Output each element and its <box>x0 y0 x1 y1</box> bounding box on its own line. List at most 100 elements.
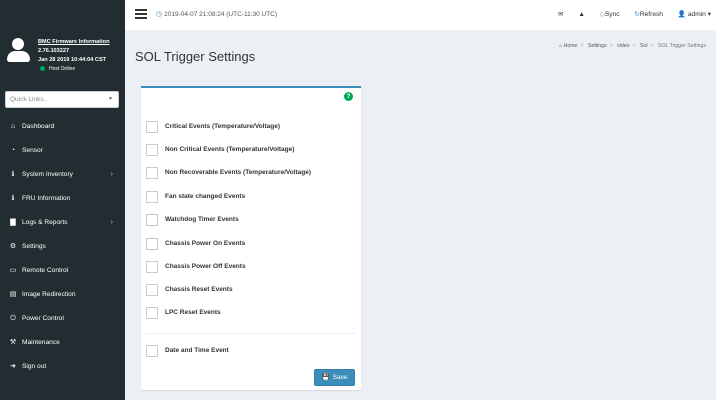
event-checkbox[interactable] <box>146 261 158 273</box>
divider <box>146 333 356 334</box>
user-panel: BMC Firmware Information 2.76.103227 Jan… <box>0 0 125 80</box>
sidebar-item-system-inventory[interactable]: ℹ System Inventory › <box>0 163 125 187</box>
breadcrumb-settings[interactable]: Settings <box>588 43 607 49</box>
event-row: Chassis Power On Events <box>146 238 356 251</box>
event-row: Non Recoverable Events (Temperature/Volt… <box>146 167 356 180</box>
info-icon: ℹ <box>11 195 15 202</box>
breadcrumb: ⌂ Home > Settings > video > Sol > SOL Trigge… <box>559 43 706 49</box>
warning-icon[interactable]: ▲ <box>578 0 585 30</box>
event-label: Non Recoverable Events (Temperature/Volt… <box>165 169 312 176</box>
event-row: Chassis Power Off Events <box>146 261 356 274</box>
topbar-actions: ✉ ▲ ◇Sync ↻Refresh 👤 admin ▾ <box>545 0 711 30</box>
event-label: Fan state changed Events <box>165 193 246 200</box>
bmc-firmware-link[interactable]: BMC Firmware Information <box>38 38 109 47</box>
quick-links-placeholder: Quick Links.. <box>10 96 48 103</box>
chevron-right-icon: › <box>110 219 113 226</box>
event-label: Chassis Reset Events <box>165 286 233 293</box>
event-row: LPC Reset Events <box>146 307 356 320</box>
event-row: Critical Events (Temperature/Voltage) <box>146 121 356 134</box>
event-checkbox[interactable] <box>146 121 158 133</box>
sign-out-icon: ➜ <box>10 363 16 370</box>
breadcrumb-video[interactable]: video <box>617 43 629 49</box>
user-menu[interactable]: 👤 admin ▾ <box>678 0 711 30</box>
firmware-build-date: Jan 28 2019 10:44:04 CST <box>38 57 107 63</box>
home-icon: ⌂ <box>559 43 563 49</box>
sidebar-item-label: Sign out <box>22 363 47 370</box>
envelope-icon[interactable]: ✉ <box>558 0 564 30</box>
refresh-label: Refresh <box>639 11 663 18</box>
power-icon: ⏻ <box>10 315 16 322</box>
monitor-icon: ▭ <box>9 267 17 274</box>
sidebar-item-label: Settings <box>22 243 46 250</box>
sidebar-item-power-control[interactable]: ⏻ Power Control <box>0 307 125 331</box>
sidebar-item-settings[interactable]: ⚙ Settings <box>0 235 125 259</box>
menu-toggle-icon[interactable] <box>135 9 147 19</box>
sidebar-item-label: Power Control <box>22 315 64 322</box>
event-checkbox[interactable] <box>146 144 158 156</box>
server-datetime: ◷ 2019-04-07 21:08:24 (UTC-11:30 UTC) <box>156 0 277 30</box>
save-label: Save <box>332 374 348 381</box>
event-label: Non Critical Events (Temperature/Voltage… <box>165 146 295 153</box>
gear-icon: ⚙ <box>9 243 17 250</box>
sol-trigger-form: ? Date and Time Event 💾 Save Critical Eve… <box>141 86 361 390</box>
event-checkbox[interactable] <box>146 167 158 179</box>
event-checkbox[interactable] <box>146 214 158 226</box>
drive-icon: ▤ <box>9 291 17 298</box>
event-row: Fan state changed Events <box>146 191 356 204</box>
sidebar-item-label: Maintenance <box>22 339 60 346</box>
breadcrumb-home[interactable]: Home <box>564 43 578 49</box>
wrench-icon: ⚒ <box>9 339 17 346</box>
sidebar-item-sensor[interactable]: ◔ Sensor <box>0 139 125 163</box>
sidebar-item-dashboard[interactable]: ⌂ Dashboard <box>0 115 125 139</box>
sidebar-item-label: Image Redirection <box>22 291 76 298</box>
user-info: BMC Firmware Information 2.76.103227 Jan… <box>38 38 109 74</box>
sidebar-item-logs-reports[interactable]: ▇ Logs & Reports › <box>0 211 125 235</box>
sidebar-item-sign-out[interactable]: ➜ Sign out <box>0 355 125 379</box>
event-checkbox[interactable] <box>146 191 158 203</box>
event-label: LPC Reset Events <box>165 309 221 316</box>
date-time-event-row: Date and Time Event <box>146 345 356 358</box>
breadcrumb-sol[interactable]: Sol <box>640 43 648 49</box>
host-status: Host Online <box>38 65 109 74</box>
sync-label: Sync <box>604 11 620 18</box>
datetime-text: 2019-04-07 21:08:24 (UTC-11:30 UTC) <box>164 11 278 18</box>
sidebar-item-image-redirection[interactable]: ▤ Image Redirection <box>0 283 125 307</box>
event-checkbox[interactable] <box>146 284 158 296</box>
help-icon[interactable]: ? <box>344 92 353 101</box>
top-navbar: ◷ 2019-04-07 21:08:24 (UTC-11:30 UTC) ✉ ▲… <box>125 0 716 30</box>
date-time-event-label: Date and Time Event <box>165 347 229 354</box>
chevron-right-icon: › <box>110 171 113 178</box>
event-row: Watchdog Timer Events <box>146 214 356 227</box>
save-icon: 💾 <box>321 374 330 381</box>
event-label: Chassis Power Off Events <box>165 263 246 270</box>
sidebar-item-remote-control[interactable]: ▭ Remote Control <box>0 259 125 283</box>
info-icon: ℹ <box>11 171 15 178</box>
clock-icon: ◷ <box>156 11 163 18</box>
online-dot-icon <box>40 66 45 72</box>
event-row: Non Critical Events (Temperature/Voltage… <box>146 144 356 157</box>
caret-down-icon: ▾ <box>707 11 711 18</box>
date-time-event-checkbox[interactable] <box>146 345 158 357</box>
quick-links-select[interactable]: Quick Links.. ▼ <box>5 91 119 108</box>
event-checkbox[interactable] <box>146 307 158 319</box>
dashboard-icon: ⌂ <box>10 123 16 130</box>
sidebar-item-label: Dashboard <box>22 123 55 130</box>
sync-button[interactable]: ◇Sync <box>600 0 620 30</box>
sidebar-item-label: FRU Information <box>22 195 71 202</box>
refresh-button[interactable]: ↻Refresh <box>634 0 663 30</box>
sidebar-item-label: Sensor <box>22 147 43 154</box>
chart-icon: ▇ <box>10 219 16 226</box>
chevron-down-icon: ▼ <box>108 96 113 102</box>
sidebar-item-label: System Inventory <box>22 171 73 178</box>
event-label: Critical Events (Temperature/Voltage) <box>165 123 280 130</box>
sidebar: BMC Firmware Information 2.76.103227 Jan… <box>0 0 125 400</box>
sidebar-item-fru-information[interactable]: ℹ FRU Information <box>0 187 125 211</box>
event-checkbox[interactable] <box>146 238 158 250</box>
sensor-icon: ◔ <box>10 147 16 154</box>
sidebar-item-maintenance[interactable]: ⚒ Maintenance <box>0 331 125 355</box>
save-button[interactable]: 💾 Save <box>314 369 355 386</box>
user-label: admin <box>687 11 706 18</box>
host-status-label: Host Online <box>49 66 76 72</box>
sidebar-menu: ⌂ Dashboard ◔ Sensor ℹ System Inventory › ℹ FRU … <box>0 115 125 379</box>
page-title: SOL Trigger Settings <box>135 49 256 64</box>
